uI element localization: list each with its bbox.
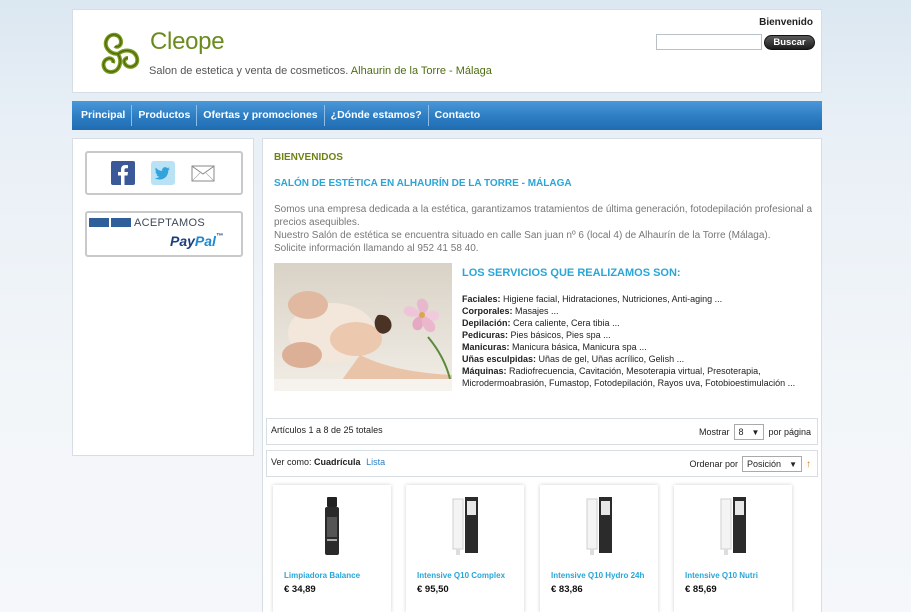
paypal-logo-pal: Pal bbox=[194, 233, 216, 249]
service-item: Depilación: Cera caliente, Cera tibia ..… bbox=[462, 317, 812, 329]
service-label: Pedicuras: bbox=[462, 330, 509, 340]
nav-item-principal[interactable]: Principal bbox=[75, 105, 133, 126]
service-label: Corporales: bbox=[462, 306, 513, 316]
product-name[interactable]: Intensive Q10 Nutri bbox=[685, 571, 758, 580]
tagline-text: Salon de estetica y venta de cosmeticos. bbox=[149, 65, 349, 77]
facebook-icon[interactable] bbox=[111, 161, 135, 185]
welcome-heading: BIENVENIDOS bbox=[274, 152, 343, 163]
service-text: Masajes ... bbox=[512, 306, 559, 316]
product-card[interactable]: Limpiadora Balance € 34,89 bbox=[273, 485, 391, 612]
product-card[interactable]: Intensive Q10 Hydro 24h € 83,86 bbox=[540, 485, 658, 612]
paypal-badge[interactable]: ACEPTAMOS PayPal™ bbox=[85, 211, 243, 257]
nav-item-contacto[interactable]: Contacto bbox=[429, 105, 487, 126]
search-input[interactable] bbox=[656, 34, 762, 50]
view-list-link[interactable]: Lista bbox=[366, 457, 385, 467]
chevron-down-icon: ▼ bbox=[789, 460, 797, 469]
nav-item-ofertas[interactable]: Ofertas y promociones bbox=[197, 105, 325, 126]
pager-toolbar: Artículos 1 a 8 de 25 totales Mostrar 8 ▼… bbox=[266, 418, 818, 445]
triskelion-logo-icon[interactable] bbox=[89, 24, 147, 78]
white-tube-icon bbox=[586, 497, 612, 555]
service-label: Depilación: bbox=[462, 318, 511, 328]
sort-select[interactable]: Posición ▼ bbox=[742, 456, 802, 472]
product-name[interactable]: Intensive Q10 Hydro 24h bbox=[551, 571, 644, 580]
service-label: Uñas esculpidas: bbox=[462, 354, 537, 364]
chevron-down-icon: ▼ bbox=[751, 428, 760, 437]
paypal-accept-label: ACEPTAMOS bbox=[134, 217, 205, 229]
paypal-logo: PayPal™ bbox=[170, 233, 223, 249]
product-grid: Limpiadora Balance € 34,89 Intensive Q10… bbox=[271, 485, 811, 612]
product-price: € 34,89 bbox=[284, 584, 316, 595]
intro-line-2: Nuestro Salón de estética se encuentra s… bbox=[274, 230, 771, 241]
sort-direction-icon[interactable]: ↑ bbox=[806, 459, 811, 470]
service-text: Cera caliente, Cera tibia ... bbox=[510, 318, 620, 328]
intro-line-3: Solicite información llamando al 952 41 … bbox=[274, 243, 479, 254]
product-price: € 85,69 bbox=[685, 584, 717, 595]
service-item: Manicuras: Manicura básica, Manicura spa… bbox=[462, 341, 812, 353]
services-list: Faciales: Higiene facial, Hidrataciones,… bbox=[462, 293, 812, 389]
sort-label: Ordenar por bbox=[689, 459, 739, 469]
product-price: € 83,86 bbox=[551, 584, 583, 595]
services-heading: LOS SERVICIOS QUE REALIZAMOS SON: bbox=[462, 267, 681, 279]
view-label: Ver como: bbox=[271, 457, 312, 467]
dark-bottle-icon bbox=[325, 497, 339, 555]
per-page-value: 8 bbox=[738, 427, 744, 437]
product-price: € 95,50 bbox=[417, 584, 449, 595]
sidebar: ACEPTAMOS PayPal™ bbox=[72, 138, 254, 456]
site-header: Cleope Salon de estetica y venta de cosm… bbox=[72, 9, 822, 93]
social-links-box bbox=[85, 151, 243, 195]
sorter: Ordenar por Posición ▼ ↑ bbox=[690, 456, 811, 472]
salon-heading: SALÓN DE ESTÉTICA EN ALHAURÍN DE LA TORR… bbox=[274, 178, 572, 189]
tagline-location: Alhaurin de la Torre - Málaga bbox=[350, 65, 492, 77]
view-grid-current: Cuadrícula bbox=[314, 457, 361, 467]
white-tube-icon bbox=[720, 497, 746, 555]
items-count: Artículos 1 a 8 de 25 totales bbox=[271, 425, 383, 435]
per-page-label: por página bbox=[768, 427, 811, 437]
view-mode: Ver como: Cuadrícula Lista bbox=[271, 457, 385, 467]
service-text: Higiene facial, Hidrataciones, Nutricion… bbox=[500, 294, 723, 304]
main-navigation: Principal Productos Ofertas y promocione… bbox=[72, 101, 822, 130]
main-content: BIENVENIDOS SALÓN DE ESTÉTICA EN ALHAURÍ… bbox=[262, 138, 822, 612]
intro-text: Somos una empresa dedicada a la estética… bbox=[274, 203, 814, 255]
service-text: Radiofrecuencia, Cavitación, Mesoterapia… bbox=[462, 366, 796, 388]
service-item: Máquinas: Radiofrecuencia, Cavitación, M… bbox=[462, 365, 812, 389]
product-name[interactable]: Intensive Q10 Complex bbox=[417, 571, 505, 580]
service-label: Máquinas: bbox=[462, 366, 507, 376]
view-sort-toolbar: Ver como: Cuadrícula Lista Ordenar por P… bbox=[266, 450, 818, 477]
service-text: Uñas de gel, Uñas acrílico, Gelish ... bbox=[536, 354, 685, 364]
site-tagline: Salon de estetica y venta de cosmeticos.… bbox=[149, 65, 492, 77]
product-card[interactable]: Intensive Q10 Complex € 95,50 bbox=[406, 485, 524, 612]
service-text: Manicura básica, Manicura spa ... bbox=[509, 342, 647, 352]
service-label: Manicuras: bbox=[462, 342, 510, 352]
nav-item-productos[interactable]: Productos bbox=[132, 105, 198, 126]
product-card[interactable]: Intensive Q10 Nutri € 85,69 bbox=[674, 485, 792, 612]
mail-icon[interactable] bbox=[191, 161, 215, 185]
limiter: Mostrar 8 ▼ por página bbox=[699, 424, 811, 440]
product-name[interactable]: Limpiadora Balance bbox=[284, 571, 360, 580]
service-text: Pies básicos, Pies spa ... bbox=[508, 330, 611, 340]
service-item: Corporales: Masajes ... bbox=[462, 305, 812, 317]
card-logos-icon bbox=[89, 218, 133, 230]
show-label: Mostrar bbox=[699, 427, 730, 437]
welcome-message: Bienvenido bbox=[759, 17, 813, 28]
twitter-icon[interactable] bbox=[151, 161, 175, 185]
nav-item-donde-estamos[interactable]: ¿Dónde estamos? bbox=[325, 105, 429, 126]
search-button[interactable]: Buscar bbox=[764, 35, 815, 50]
per-page-select[interactable]: 8 ▼ bbox=[733, 424, 765, 440]
service-label: Faciales: bbox=[462, 294, 501, 304]
service-item: Faciales: Higiene facial, Hidrataciones,… bbox=[462, 293, 812, 305]
sort-value: Posición bbox=[747, 459, 782, 469]
service-item: Uñas esculpidas: Uñas de gel, Uñas acríl… bbox=[462, 353, 812, 365]
white-tube-icon bbox=[452, 497, 478, 555]
paypal-logo-pay: Pay bbox=[170, 233, 195, 249]
brand-name[interactable]: Cleope bbox=[150, 28, 225, 56]
intro-line-1: Somos una empresa dedicada a la estética… bbox=[274, 204, 813, 228]
spa-massage-photo bbox=[274, 263, 452, 391]
service-item: Pedicuras: Pies básicos, Pies spa ... bbox=[462, 329, 812, 341]
